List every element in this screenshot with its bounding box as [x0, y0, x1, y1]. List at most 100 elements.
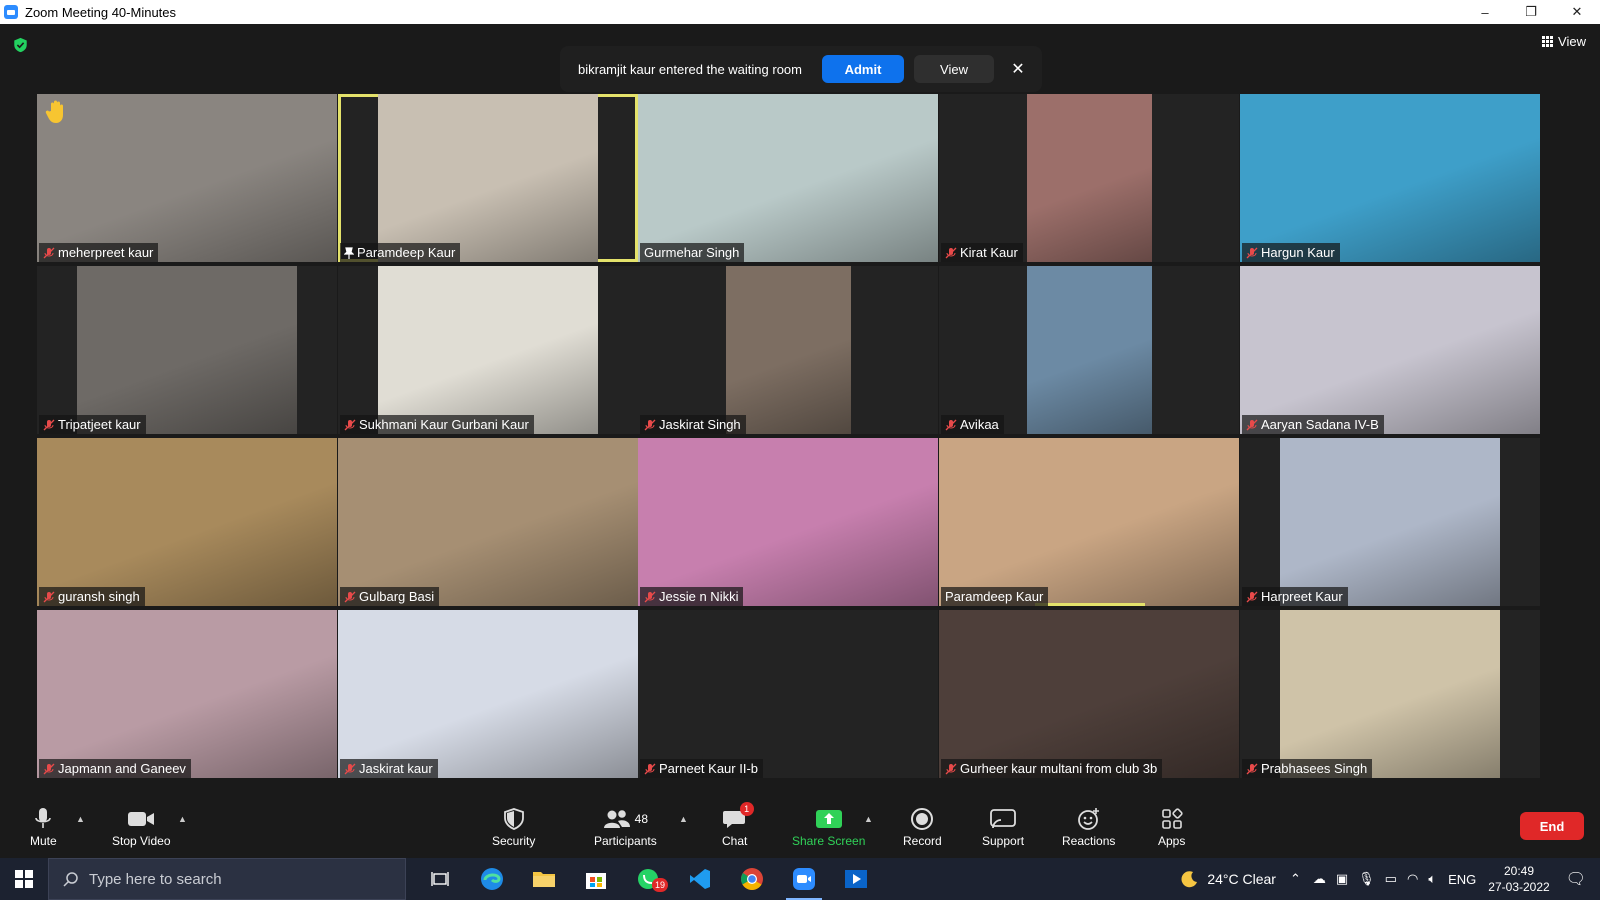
restore-button[interactable]: ❐ [1508, 0, 1554, 24]
participant-tile[interactable]: Aaryan Sadana IV-B [1240, 266, 1540, 434]
participant-tile[interactable]: Gulbarg Basi [338, 438, 638, 606]
participant-name: Prabhasees Singh [1261, 761, 1368, 776]
participant-tile[interactable]: Japmann and Ganeev [37, 610, 337, 778]
participant-name-tag: Parneet Kaur II-b [640, 759, 763, 778]
apps-button[interactable]: Apps [1158, 806, 1185, 848]
minimize-button[interactable]: – [1462, 0, 1508, 24]
stop-video-button[interactable]: Stop Video [112, 806, 171, 848]
encryption-shield-icon[interactable] [13, 37, 28, 53]
edge-icon [481, 868, 503, 890]
media-player-icon [845, 870, 867, 888]
security-label: Security [492, 834, 536, 848]
participant-tile[interactable]: guransh singh [37, 438, 337, 606]
vscode-button[interactable] [674, 858, 726, 900]
participant-tile[interactable]: Paramdeep Kaur [939, 438, 1239, 606]
participant-video [338, 610, 638, 778]
participants-button[interactable]: 48 Participants [594, 806, 657, 848]
battery-icon[interactable]: ▭ [1385, 871, 1397, 887]
participant-name: Jaskirat kaur [359, 761, 433, 776]
participant-tile[interactable]: Sukhmani Kaur Gurbani Kaur [338, 266, 638, 434]
task-view-button[interactable] [414, 858, 466, 900]
close-window-button[interactable]: ✕ [1554, 0, 1600, 24]
muted-mic-icon [43, 247, 55, 258]
support-icon [990, 809, 1016, 829]
participant-tile[interactable]: Gurmehar Singh [638, 94, 938, 262]
participant-tile[interactable]: Gurheer kaur multani from club 3b [939, 610, 1239, 778]
participant-video [378, 94, 598, 262]
apps-icon [1161, 808, 1183, 829]
chat-button[interactable]: 1 Chat [722, 802, 754, 848]
participant-tile[interactable]: Tripatjeet kaur [37, 266, 337, 434]
window-title: Zoom Meeting 40-Minutes [25, 4, 177, 20]
clock[interactable]: 20:49 27-03-2022 [1488, 863, 1549, 895]
chrome-button[interactable] [726, 858, 778, 900]
media-player-button[interactable] [830, 858, 882, 900]
admit-button[interactable]: Admit [822, 55, 904, 83]
volume-icon[interactable]: 🔈︎ [1428, 871, 1436, 887]
edge-browser-button[interactable] [466, 858, 518, 900]
video-options-caret-icon[interactable]: ▲ [178, 814, 187, 824]
close-notice-icon[interactable]: ✕ [1006, 55, 1030, 83]
support-button[interactable]: Support [982, 806, 1024, 848]
participants-options-caret-icon[interactable]: ▲ [679, 814, 688, 824]
participant-tile[interactable]: Jaskirat kaur [338, 610, 638, 778]
stop-video-label: Stop Video [112, 834, 171, 848]
end-meeting-button[interactable]: End [1520, 812, 1584, 840]
taskbar-search-box[interactable]: Type here to search [48, 858, 406, 900]
participant-video [939, 438, 1239, 606]
participant-tile[interactable]: Prabhasees Singh [1240, 610, 1540, 778]
participant-video [638, 94, 938, 262]
audio-options-caret-icon[interactable]: ▲ [76, 814, 85, 824]
weather-text[interactable]: 24°C Clear [1207, 871, 1276, 887]
meet-now-icon[interactable]: ▣ [1336, 871, 1348, 887]
participant-tile[interactable]: Avikaa [939, 266, 1239, 434]
participant-tile[interactable]: Kirat Kaur [939, 94, 1239, 262]
chevron-up-icon[interactable]: ⌃ [1290, 871, 1301, 887]
reactions-button[interactable]: Reactions [1062, 806, 1115, 848]
video-camera-icon [128, 812, 155, 826]
security-button[interactable]: Security [492, 806, 535, 848]
whatsapp-button[interactable]: 19 [622, 858, 674, 900]
participant-name-tag: Prabhasees Singh [1242, 759, 1373, 778]
participant-tile[interactable]: Harpreet Kaur [1240, 438, 1540, 606]
zoom-taskbar-button[interactable] [778, 858, 830, 900]
language-indicator[interactable]: ENG [1448, 872, 1476, 887]
share-screen-label: Share Screen [792, 834, 866, 848]
participant-tile[interactable]: Jessie n Nikki [638, 438, 938, 606]
participant-name: Parneet Kaur II-b [659, 761, 758, 776]
mute-button[interactable]: Mute [30, 806, 57, 848]
participant-tile[interactable]: Paramdeep Kaur [338, 94, 638, 262]
participant-name-tag: Japmann and Ganeev [39, 759, 191, 778]
whatsapp-badge: 19 [651, 878, 668, 892]
view-button[interactable]: View [1542, 34, 1586, 49]
muted-mic-icon [945, 419, 957, 430]
store-icon [586, 873, 606, 889]
participant-name-tag: Paramdeep Kaur [340, 243, 461, 262]
file-explorer-button[interactable] [518, 858, 570, 900]
microphone-tray-icon[interactable]: 🎙︎ [1358, 871, 1375, 887]
view-waiting-room-button[interactable]: View [914, 55, 994, 83]
notifications-icon[interactable]: 🗨︎ [1566, 869, 1586, 889]
participant-tile[interactable]: Hargun Kaur [1240, 94, 1540, 262]
participant-tile[interactable]: meherpreet kaur [37, 94, 337, 262]
muted-mic-icon [644, 591, 656, 602]
participant-name: Tripatjeet kaur [58, 417, 141, 432]
share-screen-button[interactable]: Share Screen [792, 806, 865, 848]
apps-label: Apps [1158, 834, 1186, 848]
participant-video [378, 266, 598, 434]
participant-tile[interactable]: Jaskirat Singh [638, 266, 938, 434]
muted-mic-icon [1246, 419, 1258, 430]
participant-name: Harpreet Kaur [1261, 589, 1343, 604]
start-button[interactable] [0, 858, 48, 900]
participant-tile[interactable]: Parneet Kaur II-b [638, 610, 938, 778]
wifi-icon[interactable]: ◠ [1407, 871, 1418, 887]
clock-time: 20:49 [1503, 864, 1534, 878]
onedrive-icon[interactable]: ☁ [1313, 871, 1326, 887]
share-options-caret-icon[interactable]: ▲ [864, 814, 873, 824]
participant-name: Gulbarg Basi [359, 589, 435, 604]
muted-mic-icon [344, 419, 356, 430]
muted-mic-icon [945, 763, 957, 774]
store-button[interactable] [570, 858, 622, 900]
record-button[interactable]: Record [903, 806, 942, 848]
participant-name-tag: Gurmehar Singh [640, 243, 745, 262]
